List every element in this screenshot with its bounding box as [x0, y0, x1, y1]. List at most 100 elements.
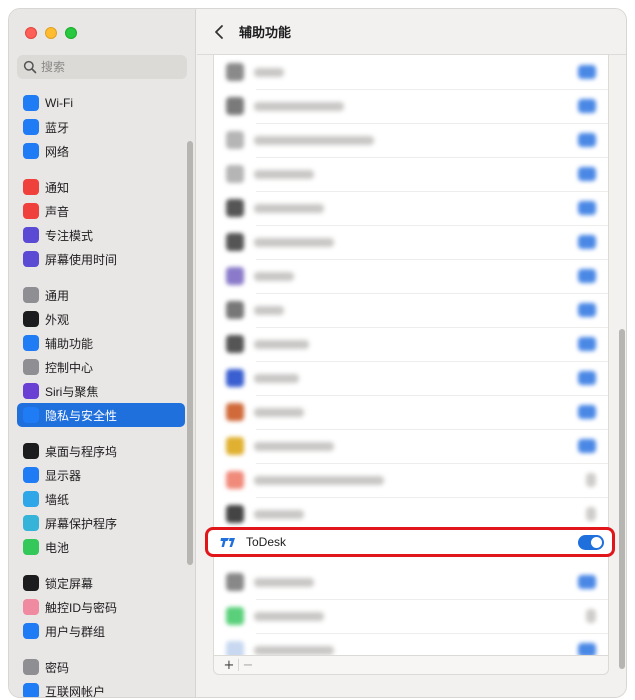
sidebar-item[interactable]: 电池: [17, 535, 185, 559]
list-item[interactable]: [214, 599, 608, 633]
globe-icon: [23, 143, 39, 159]
app-name-redacted: [254, 169, 314, 179]
app-toggle[interactable]: [578, 201, 596, 215]
sidebar-item[interactable]: 通知: [17, 175, 185, 199]
dock-icon: [23, 443, 39, 459]
app-toggle[interactable]: [578, 65, 596, 79]
list-item[interactable]: [214, 157, 608, 191]
app-icon: [226, 607, 244, 625]
sidebar-item[interactable]: 触控ID与密码: [17, 595, 185, 619]
sidebar-item[interactable]: 墙纸: [17, 487, 185, 511]
search-input[interactable]: [41, 60, 171, 74]
sidebar-item-label: 外观: [45, 312, 70, 327]
app-toggle[interactable]: [578, 269, 596, 283]
app-row-todesk[interactable]: ToDesk: [205, 527, 615, 557]
app-name-redacted: [254, 67, 284, 77]
list-item[interactable]: [214, 497, 608, 531]
app-icon: [226, 63, 244, 81]
sidebar-item[interactable]: Siri与聚焦: [17, 379, 185, 403]
sidebar-item[interactable]: 外观: [17, 307, 185, 331]
app-toggle[interactable]: [578, 405, 596, 419]
app-name-redacted: [254, 407, 304, 417]
sidebar-item[interactable]: 桌面与程序坞: [17, 439, 185, 463]
list-item[interactable]: [214, 191, 608, 225]
remove-button[interactable]: −: [239, 658, 257, 673]
sidebar-item[interactable]: 通用: [17, 283, 185, 307]
list-item[interactable]: [214, 123, 608, 157]
app-name-redacted: [254, 645, 334, 655]
sidebar-nav: Wi-Fi 蓝牙网络通知 声音 专注模式 屏幕使用时间 通用外观辅助功能控制中心 Siri与…: [17, 91, 185, 697]
sidebar-item[interactable]: 用户与群组: [17, 619, 185, 643]
app-toggle[interactable]: [586, 507, 596, 521]
hand-icon: [23, 407, 39, 423]
sidebar-item[interactable]: Wi-Fi: [17, 91, 185, 115]
lock-icon: [23, 575, 39, 591]
list-item[interactable]: [214, 89, 608, 123]
app-toggle[interactable]: [578, 371, 596, 385]
minimize-button[interactable]: [45, 27, 57, 39]
app-name-redacted: [254, 339, 309, 349]
sidebar-group: 通用外观辅助功能控制中心 Siri与聚焦隐私与安全性: [17, 283, 185, 427]
close-button[interactable]: [25, 27, 37, 39]
sidebar-item-label: 触控ID与密码: [45, 600, 118, 615]
sidebar-item[interactable]: 辅助功能: [17, 331, 185, 355]
app-toggle[interactable]: [586, 609, 596, 623]
search-field[interactable]: [17, 55, 187, 79]
app-name-redacted: [254, 135, 374, 145]
sidebar-item[interactable]: 屏幕使用时间: [17, 247, 185, 271]
sidebar-item-label: 辅助功能: [45, 336, 94, 351]
sidebar-item-label: 墙纸: [45, 492, 70, 507]
add-button[interactable]: +: [220, 658, 238, 673]
app-name-redacted: [254, 509, 304, 519]
zoom-button[interactable]: [65, 27, 77, 39]
list-item[interactable]: [214, 395, 608, 429]
app-toggle[interactable]: [578, 133, 596, 147]
app-name-redacted: [254, 271, 294, 281]
app-toggle[interactable]: [578, 439, 596, 453]
app-icon: [226, 267, 244, 285]
app-toggle[interactable]: [578, 99, 596, 113]
list-item[interactable]: [214, 565, 608, 599]
search-icon: [23, 60, 37, 74]
app-icon: [226, 165, 244, 183]
app-toggle[interactable]: [578, 235, 596, 249]
sidebar-item[interactable]: 隐私与安全性: [17, 403, 185, 427]
list-item[interactable]: [214, 463, 608, 497]
app-toggle[interactable]: [578, 303, 596, 317]
list-item[interactable]: [214, 293, 608, 327]
main-scrollbar[interactable]: [619, 329, 625, 669]
sidebar-item[interactable]: 专注模式: [17, 223, 185, 247]
sidebar-scrollbar[interactable]: [187, 141, 193, 565]
sidebar-item-label: 网络: [45, 144, 70, 159]
sidebar-item[interactable]: 声音: [17, 199, 185, 223]
app-icon: [226, 301, 244, 319]
list-item[interactable]: [214, 361, 608, 395]
sidebar-item[interactable]: 锁定屏幕: [17, 571, 185, 595]
app-toggle[interactable]: [578, 575, 596, 589]
app-name-redacted: [254, 577, 314, 587]
app-toggle[interactable]: [586, 473, 596, 487]
sidebar-item[interactable]: 屏幕保护程序: [17, 511, 185, 535]
settings-window: Wi-Fi蓝牙网络通知声音专注模式屏幕使用时间通用外观辅助功能控制中心 Siri与…: [8, 8, 627, 698]
sidebar-item-label: Siri与聚焦: [45, 384, 99, 399]
list-item[interactable]: [214, 327, 608, 361]
sidebar-item[interactable]: 网络: [17, 139, 185, 163]
sidebar-item[interactable]: 控制中心: [17, 355, 185, 379]
sidebar-item[interactable]: 显示器: [17, 463, 185, 487]
battery-icon: [23, 539, 39, 555]
sidebar-item[interactable]: 互联网帐户: [17, 679, 185, 697]
app-toggle[interactable]: [578, 337, 596, 351]
list-footer: + −: [213, 655, 609, 675]
app-icon: [226, 505, 244, 523]
app-name-redacted: [254, 611, 324, 621]
list-item[interactable]: [214, 225, 608, 259]
list-item[interactable]: [214, 259, 608, 293]
todesk-toggle[interactable]: [578, 534, 604, 550]
list-item[interactable]: [214, 429, 608, 463]
sun-icon: [23, 467, 39, 483]
chevron-left-icon[interactable]: [213, 23, 227, 41]
list-item[interactable]: [214, 55, 608, 89]
app-toggle[interactable]: [578, 167, 596, 181]
sidebar-item[interactable]: 蓝牙: [17, 115, 185, 139]
sidebar-item[interactable]: 密码: [17, 655, 185, 679]
